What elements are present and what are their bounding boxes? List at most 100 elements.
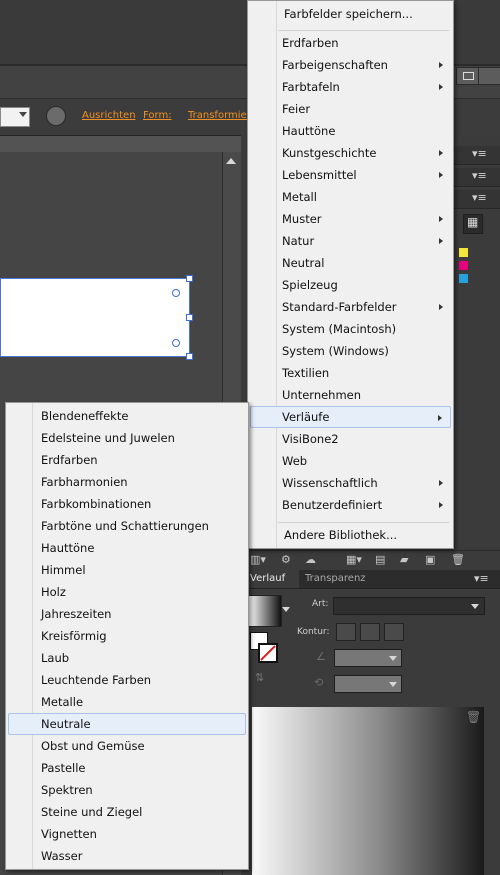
submenu-arrow-icon bbox=[439, 480, 443, 486]
menu-item-visibone2[interactable]: VisiBone2 bbox=[250, 428, 451, 450]
menu-item-kunstgeschichte[interactable]: Kunstgeschichte bbox=[250, 142, 451, 164]
art-dropdown[interactable] bbox=[333, 597, 485, 615]
menu-item-wissenschaftlich[interactable]: Wissenschaftlich bbox=[250, 472, 451, 494]
swatch-pattern[interactable] bbox=[459, 274, 468, 283]
submenu-item-metalle[interactable]: Metalle bbox=[8, 691, 246, 713]
submenu-item-holz[interactable]: Holz bbox=[8, 581, 246, 603]
scroll-up-icon[interactable] bbox=[226, 158, 236, 164]
submenu-item-blendeneffekte[interactable]: Blendeneffekte bbox=[8, 405, 246, 427]
none-slash-icon bbox=[260, 645, 276, 661]
menu-item-andere-bibliothek[interactable]: Andere Bibliothek... bbox=[250, 524, 451, 546]
submenu-item-leuchtende-farben[interactable]: Leuchtende Farben bbox=[8, 669, 246, 691]
control-select[interactable] bbox=[0, 107, 30, 127]
panel-menu-icon[interactable]: ▾≡ bbox=[472, 147, 487, 160]
menu-item-feier[interactable]: Feier bbox=[250, 98, 451, 120]
panel-menu-icon[interactable]: ▾≡ bbox=[472, 169, 487, 182]
stroke-none-swatch[interactable] bbox=[258, 643, 278, 663]
swatch-magenta[interactable] bbox=[459, 261, 468, 270]
menu-item-verlaeufe[interactable]: Verläufe bbox=[250, 406, 451, 428]
gradient-thumbnail[interactable] bbox=[248, 595, 282, 627]
menu-item-standard-farbfelder[interactable]: Standard-Farbfelder bbox=[250, 296, 451, 318]
submenu-arrow-icon bbox=[438, 415, 442, 421]
submenu-item-spektren[interactable]: Spektren bbox=[8, 779, 246, 801]
globe-icon[interactable] bbox=[46, 106, 66, 126]
submenu-item-pastelle[interactable]: Pastelle bbox=[8, 757, 246, 779]
trash-icon[interactable]: 🗑 bbox=[466, 710, 481, 724]
submenu-item-edelsteine-und-juwelen[interactable]: Edelsteine und Juwelen bbox=[8, 427, 246, 449]
submenu-item-hauttoene[interactable]: Hauttöne bbox=[8, 537, 246, 559]
resize-handle[interactable] bbox=[186, 314, 193, 321]
angle-field[interactable] bbox=[334, 649, 402, 667]
submenu-item-himmel[interactable]: Himmel bbox=[8, 559, 246, 581]
grid-view-button[interactable]: ▦ bbox=[463, 214, 483, 234]
tab-transparenz[interactable]: Transparenz bbox=[305, 573, 366, 584]
swatch-yellow[interactable] bbox=[459, 248, 468, 257]
menu-item-benutzerdefiniert[interactable]: Benutzerdefiniert bbox=[250, 494, 451, 516]
new-item-icon[interactable]: ▣ bbox=[425, 553, 435, 566]
selected-rectangle[interactable] bbox=[0, 278, 190, 357]
menu-item-system-macintosh[interactable]: System (Macintosh) bbox=[250, 318, 451, 340]
chevron-down-icon bbox=[389, 656, 397, 661]
corner-widget-icon[interactable] bbox=[172, 289, 180, 297]
submenu-item-steine-und-ziegel[interactable]: Steine und Ziegel bbox=[8, 801, 246, 823]
aspect-icon: ⟲ bbox=[314, 676, 324, 689]
submenu-item-vignetten[interactable]: Vignetten bbox=[8, 823, 246, 845]
stroke-option-button[interactable] bbox=[384, 623, 404, 641]
stroke-option-button[interactable] bbox=[360, 623, 380, 641]
close-window-button[interactable] bbox=[478, 67, 500, 85]
submenu-item-obst-und-gemuese[interactable]: Obst und Gemüse bbox=[8, 735, 246, 757]
library-menu-icon[interactable]: ▥▾ bbox=[250, 553, 266, 566]
submenu-item-neutrale[interactable]: Neutrale bbox=[8, 713, 246, 735]
menu-item-system-windows[interactable]: System (Windows) bbox=[250, 340, 451, 362]
panel-menu-icon[interactable]: ▾≡ bbox=[474, 572, 489, 585]
submenu-item-jahreszeiten[interactable]: Jahreszeiten bbox=[8, 603, 246, 625]
menu-item-erdfarben[interactable]: Erdfarben bbox=[250, 32, 451, 54]
delete-icon[interactable]: 🗑 bbox=[451, 553, 465, 566]
submenu-item-farbkombinationen[interactable]: Farbkombinationen bbox=[8, 493, 246, 515]
menu-item-muster[interactable]: Muster bbox=[250, 208, 451, 230]
menu-item-unternehmen[interactable]: Unternehmen bbox=[250, 384, 451, 406]
submenu-item-farbtoene-und-schattierungen[interactable]: Farbtöne und Schattierungen bbox=[8, 515, 246, 537]
cloud-icon[interactable]: ☁ bbox=[305, 553, 316, 566]
menu-item-lebensmittel[interactable]: Lebensmittel bbox=[250, 164, 451, 186]
folder-icon[interactable]: ▰ bbox=[400, 553, 408, 566]
chevron-down-icon[interactable] bbox=[282, 607, 290, 612]
menu-item-hauttoene[interactable]: Hauttöne bbox=[250, 120, 451, 142]
swatch-groups-icon[interactable]: ▦▾ bbox=[346, 553, 362, 566]
submenu-item-erdfarben[interactable]: Erdfarben bbox=[8, 449, 246, 471]
menu-item-neutral[interactable]: Neutral bbox=[250, 252, 451, 274]
gradients-submenu: Blendeneffekte Edelsteine und Juwelen Erdf… bbox=[5, 402, 249, 870]
menu-item-web[interactable]: Web bbox=[250, 450, 451, 472]
menu-item-spielzeug[interactable]: Spielzeug bbox=[250, 274, 451, 296]
menu-item-natur[interactable]: Natur bbox=[250, 230, 451, 252]
submenu-arrow-icon bbox=[439, 502, 443, 508]
menu-item-farbeigenschaften[interactable]: Farbeigenschaften bbox=[250, 54, 451, 76]
reverse-gradient-icon[interactable]: ⇅ bbox=[255, 671, 264, 684]
submenu-item-laub[interactable]: Laub bbox=[8, 647, 246, 669]
menu-separator bbox=[278, 30, 449, 31]
ausrichten-link[interactable]: Ausrichten bbox=[82, 110, 136, 121]
resize-handle[interactable] bbox=[186, 353, 193, 360]
panel-menu-icon[interactable]: ▾≡ bbox=[472, 191, 487, 204]
resize-handle[interactable] bbox=[186, 275, 193, 282]
menu-item-metall[interactable]: Metall bbox=[250, 186, 451, 208]
menu-item-farbfelder-speichern[interactable]: Farbfelder speichern... bbox=[250, 3, 451, 25]
grid-icon: ▦ bbox=[467, 215, 479, 229]
swatch-options-icon[interactable]: ⚙ bbox=[281, 553, 291, 566]
submenu-arrow-icon bbox=[439, 150, 443, 156]
new-swatch-icon[interactable]: ▤ bbox=[375, 553, 385, 566]
menu-item-farbtafeln[interactable]: Farbtafeln bbox=[250, 76, 451, 98]
corner-widget-icon[interactable] bbox=[172, 339, 180, 347]
submenu-item-wasser[interactable]: Wasser bbox=[8, 845, 246, 867]
stroke-option-button[interactable] bbox=[336, 623, 356, 641]
aspect-field[interactable] bbox=[334, 675, 402, 693]
form-link[interactable]: Form: bbox=[143, 110, 172, 121]
submenu-item-kreisfoermig[interactable]: Kreisförmig bbox=[8, 625, 246, 647]
gradient-slider-preview[interactable] bbox=[252, 707, 484, 875]
angle-icon: ∠ bbox=[316, 650, 326, 663]
restore-window-button[interactable] bbox=[456, 67, 480, 85]
panel-header: ▾≡ bbox=[452, 190, 500, 209]
menu-item-textilien[interactable]: Textilien bbox=[250, 362, 451, 384]
submenu-item-farbharmonien[interactable]: Farbharmonien bbox=[8, 471, 246, 493]
submenu-arrow-icon bbox=[439, 62, 443, 68]
